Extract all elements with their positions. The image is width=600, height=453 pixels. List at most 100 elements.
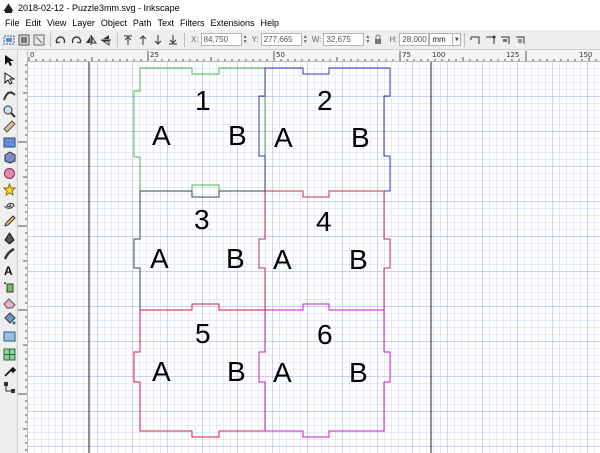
w-field[interactable]: 32,675 [323,33,365,46]
ruler-label: 125 [506,51,520,59]
menu-bar: File Edit View Layer Object Path Text Fi… [0,16,600,30]
text-tool-icon[interactable]: A [2,263,16,277]
connector-tool-icon[interactable] [2,380,16,394]
x-spinner-icon[interactable]: ▲ ▼ [242,33,249,46]
calligraphy-tool-icon[interactable] [2,247,16,261]
piece-6-letter-a: A [273,357,292,388]
piece-1-number: 1 [195,85,211,116]
ruler-label: 75 [402,51,411,59]
zoom-tool-icon[interactable] [2,104,16,118]
gradient-tool-icon[interactable] [2,329,16,343]
flip-horizontal-icon[interactable] [84,33,97,46]
rotate-cw-icon[interactable] [69,33,82,46]
piece-4-number: 4 [316,206,332,237]
toolbar-separator [50,32,51,47]
raise-to-top-icon[interactable] [121,33,134,46]
piece-6-number: 6 [317,319,333,350]
unit-select[interactable]: mm [429,33,454,46]
toolbox: A [0,51,18,453]
tweak-tool-icon[interactable] [2,88,16,102]
rectangle-tool-icon[interactable] [2,135,16,149]
w-spinner-icon[interactable]: ▲ ▼ [364,33,371,46]
window-title: 2018-02-12 - Puzzle3mm.svg - Inkscape [18,3,180,13]
chevron-down-icon[interactable]: ▼ [453,33,462,46]
pencil-tool-icon[interactable] [2,214,16,228]
menu-file[interactable]: File [2,16,23,30]
x-label: X: [191,35,199,44]
pen-tool-icon[interactable] [2,231,16,245]
select-all-layers-icon[interactable] [17,33,30,46]
ruler-label: 25 [150,51,159,59]
ruler-label: 50 [276,51,285,59]
menu-path[interactable]: Path [130,16,155,30]
lower-icon[interactable] [151,33,164,46]
measure-tool-icon[interactable] [2,119,16,133]
vertical-ruler[interactable] [18,51,28,453]
lower-to-bottom-icon[interactable] [166,33,179,46]
w-label: W: [311,35,322,44]
flip-vertical-icon[interactable] [99,33,112,46]
canvas-drawing [28,62,600,453]
y-label: Y: [251,35,259,44]
menu-filters[interactable]: Filters [177,16,208,30]
toolbar-separator [184,32,185,47]
piece-1-letter-a: A [152,120,171,151]
eraser-tool-icon[interactable] [2,295,16,309]
x-field[interactable]: 84,750 [200,33,242,46]
move-gradients-icon[interactable] [498,33,511,46]
piece-3-letter-a: A [150,243,169,274]
h-field[interactable]: 28,000 [399,33,430,46]
ruler-label: 100 [432,51,446,59]
spray-tool-icon[interactable] [2,279,16,293]
menu-object[interactable]: Object [98,16,130,30]
major-grid [28,62,600,453]
mesh-tool-icon[interactable] [2,347,16,361]
horizontal-ruler[interactable]: 0 25 50 75 100 125 150 [28,51,600,62]
select-all-icon[interactable] [2,33,15,46]
lock-icon[interactable] [371,33,384,46]
piece-6-letter-b: B [349,357,368,388]
star-tool-icon[interactable] [2,182,16,196]
piece-5-number: 5 [195,318,211,349]
piece-2-number: 2 [317,85,333,116]
ruler-label: 150 [579,51,593,59]
tool-controls-bar: X: 84,750 ▲ ▼ Y: 277,665 ▲ ▼ W: 32,675 ▲ ▼ … [0,30,600,50]
inkscape-logo-icon [3,3,14,14]
scale-corners-icon[interactable] [483,33,496,46]
dropper-tool-icon[interactable] [2,364,16,378]
piece-3-number: 3 [194,204,210,235]
svg-text:A: A [4,264,13,277]
toolbar-separator [117,32,118,47]
piece-4-letter-a: A [273,244,292,275]
piece-3-letter-b: B [226,243,245,274]
h-label: H: [389,35,398,44]
piece-1-letter-b: B [228,120,247,151]
vertical-ruler-ticks [18,64,27,451]
ellipse-tool-icon[interactable] [2,166,16,180]
node-tool-icon[interactable] [2,71,16,85]
selector-tool-icon[interactable] [2,53,16,67]
y-field[interactable]: 277,665 [260,33,302,46]
menu-layer[interactable]: Layer [69,16,98,30]
scale-stroke-icon[interactable] [468,33,481,46]
3d-box-tool-icon[interactable] [2,150,16,164]
piece-2-letter-a: A [274,122,293,153]
menu-view[interactable]: View [44,16,69,30]
raise-icon[interactable] [136,33,149,46]
paint-bucket-tool-icon[interactable] [2,311,16,325]
move-patterns-icon[interactable] [513,33,526,46]
deselect-icon[interactable] [32,33,45,46]
title-bar: 2018-02-12 - Puzzle3mm.svg - Inkscape [0,0,600,16]
toolbar-separator [464,32,466,47]
rotate-ccw-icon[interactable] [54,33,67,46]
drawing-canvas[interactable]: 1 A B 2 A B 3 A B 4 A B 5 A B 6 A B [28,62,600,453]
ruler-label: 0 [30,51,35,59]
y-spinner-icon[interactable]: ▲ ▼ [302,33,309,46]
spiral-tool-icon[interactable] [2,198,16,212]
menu-text[interactable]: Text [154,16,177,30]
piece-5-letter-b: B [227,356,246,387]
menu-edit[interactable]: Edit [23,16,45,30]
menu-extensions[interactable]: Extensions [207,16,257,30]
menu-help[interactable]: Help [257,16,282,30]
piece-5-letter-a: A [152,356,171,387]
